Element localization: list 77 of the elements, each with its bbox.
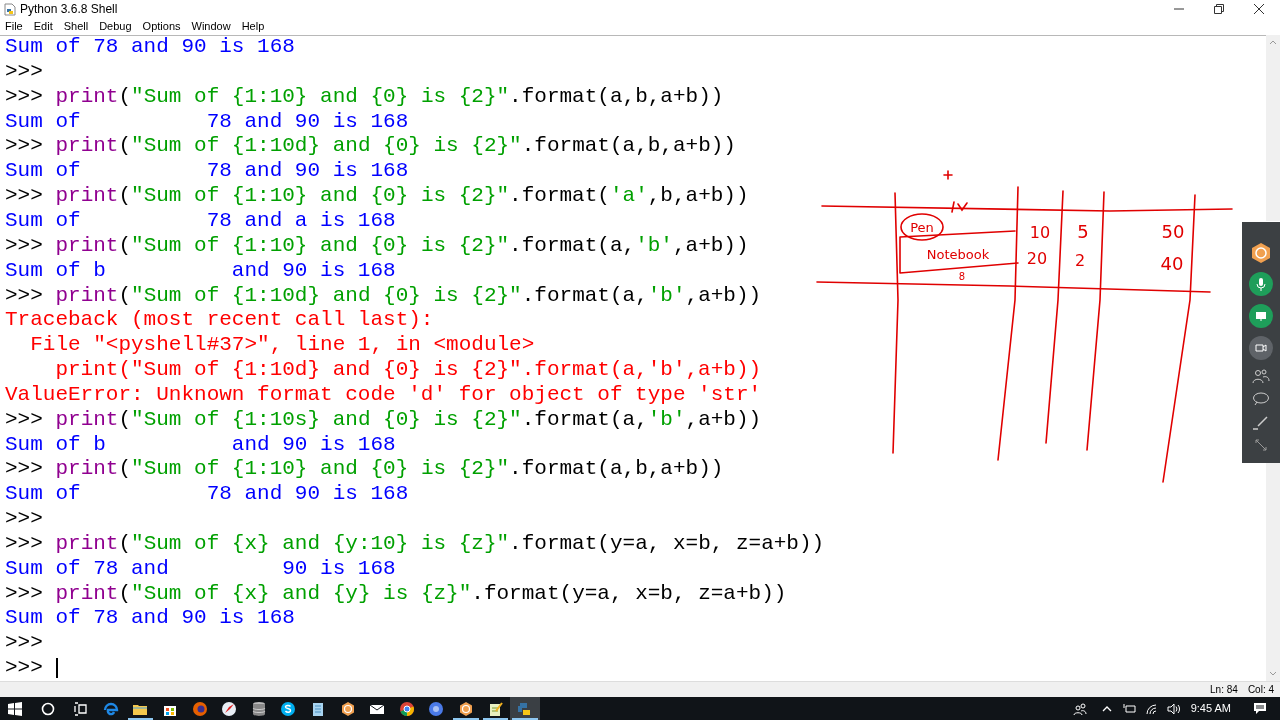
windows-start-icon[interactable] xyxy=(8,701,22,716)
line-number: Ln: 84 xyxy=(1210,683,1238,697)
expand-icon[interactable] xyxy=(1254,438,1268,452)
task-view-icon[interactable] xyxy=(74,701,88,716)
output-line: Sum of 78 and 90 is 168 xyxy=(5,109,409,135)
handwritten-label: 50 xyxy=(1161,221,1185,242)
error-line: File "<pyshell#37>", line 1, in <module> xyxy=(29,333,535,359)
output-line: Sum of 78 and a is 168 xyxy=(5,208,396,234)
battery-icon[interactable] xyxy=(1122,702,1137,715)
scrollbar-track[interactable] xyxy=(1266,463,1280,681)
code-line[interactable]: >>> print("Sum of {1:10} and {0} is {2}".format('a',b,a+b)) xyxy=(5,184,749,209)
flower-icon xyxy=(457,700,474,717)
output-line: Sum of 78 and 90 is 168 xyxy=(5,159,409,185)
skype-icon xyxy=(280,700,297,717)
handwritten-label: 10 xyxy=(1029,223,1051,242)
code-line[interactable]: >>> print("Sum of {1:10} and {0} is {2}".format(a,b,a+b)) xyxy=(5,457,724,483)
code-line[interactable]: >>> print("Sum of {1:10} and {0} is {2}".format(a,'b',a+b)) xyxy=(5,233,749,259)
menu-item[interactable]: Shell xyxy=(63,18,89,35)
code-line[interactable]: >>> print("Sum of {x} and {y} is {z}".format(y=a, x=b, z=a+b)) xyxy=(5,581,787,607)
output-line: Sum of 78 and 90 is 168 xyxy=(5,35,295,60)
compass-icon xyxy=(221,700,238,717)
error-line: print("Sum of {1:10d} and {0} is {2}".format(a,'b',a+b)) xyxy=(54,358,762,383)
round-app-icon xyxy=(428,700,445,717)
menu-item[interactable]: Window xyxy=(191,18,231,35)
flower-icon[interactable] xyxy=(1250,242,1272,264)
taskbar-button[interactable] xyxy=(510,697,540,720)
flower-icon xyxy=(339,700,356,717)
code-line[interactable]: >>> print("Sum of {x} and {y:10} is {z}".format(y=a, x=b, z=a+b)) xyxy=(5,531,825,557)
window-title: Python 3.6.8 Shell xyxy=(20,1,118,18)
code-line[interactable]: >>> print("Sum of {1:10} and {0} is {2}".format(a,b,a+b)) xyxy=(5,84,724,110)
restore-icon[interactable] xyxy=(1213,3,1225,15)
pen-icon[interactable] xyxy=(1252,414,1270,430)
menu-item[interactable]: Help xyxy=(241,18,265,35)
output-line: Sum of 78 and 90 is 168 xyxy=(5,556,396,582)
code-line[interactable]: >>> xyxy=(5,59,43,85)
people-icon[interactable] xyxy=(1252,368,1270,384)
handwritten-label: 8 xyxy=(958,271,966,282)
screen-share-icon[interactable] xyxy=(1249,304,1273,328)
clock[interactable]: 9:45 AM xyxy=(1190,700,1231,717)
code-line[interactable]: >>> print("Sum of {1:10d} and {0} is {2}".format(a,'b',a+b)) xyxy=(5,283,762,309)
handwritten-label: Pen xyxy=(910,220,934,235)
menu-item[interactable]: Debug xyxy=(99,18,132,35)
wifi-icon[interactable] xyxy=(1144,702,1159,715)
handwritten-label: Notebook xyxy=(926,247,990,262)
code-line[interactable]: >>> xyxy=(5,656,43,681)
close-icon[interactable] xyxy=(1253,3,1265,15)
handwritten-label: 20 xyxy=(1026,249,1048,268)
output-line: Sum of b and 90 is 168 xyxy=(5,258,396,284)
handwritten-label: 2 xyxy=(1074,251,1086,270)
chat-icon[interactable] xyxy=(1252,392,1270,406)
chrome-icon xyxy=(398,700,415,717)
speaker-icon[interactable] xyxy=(1166,702,1181,715)
menu-item[interactable]: Options xyxy=(142,18,181,35)
menu-item[interactable]: File xyxy=(5,18,23,35)
output-line: Sum of b and 90 is 168 xyxy=(5,432,396,458)
database-icon xyxy=(250,700,267,717)
firefox-icon xyxy=(191,700,208,717)
handwritten-label: 40 xyxy=(1160,253,1184,274)
camera-icon[interactable] xyxy=(1249,336,1273,360)
menu-item[interactable]: Edit xyxy=(33,18,53,35)
code-line[interactable]: >>> print("Sum of {1:10s} and {0} is {2}".format(a,'b',a+b)) xyxy=(5,407,762,433)
column-number: Col: 4 xyxy=(1247,683,1274,697)
microphone-icon[interactable] xyxy=(1249,272,1273,296)
code-line[interactable]: >>> print("Sum of {1:10d} and {0} is {2}".format(a,b,a+b)) xyxy=(5,134,736,160)
code-line[interactable]: >>> xyxy=(5,507,43,532)
search-circle-icon[interactable] xyxy=(41,701,55,716)
notepad-pencil-icon xyxy=(487,700,504,717)
handwritten-label: 5 xyxy=(1077,221,1089,242)
code-line[interactable]: >>> xyxy=(5,631,43,657)
scrollbar-track[interactable] xyxy=(1266,35,1280,222)
error-line: Traceback (most recent call last): xyxy=(5,308,434,334)
edge-icon xyxy=(102,700,119,717)
people-icon[interactable] xyxy=(1072,701,1087,716)
output-line: Sum of 78 and 90 is 168 xyxy=(5,482,409,508)
error-line: ValueError: Unknown format code 'd' for object of type 'str' xyxy=(5,382,762,408)
notification-icon[interactable] xyxy=(1253,702,1267,715)
output-line: Sum of 78 and 90 is 168 xyxy=(5,606,295,632)
